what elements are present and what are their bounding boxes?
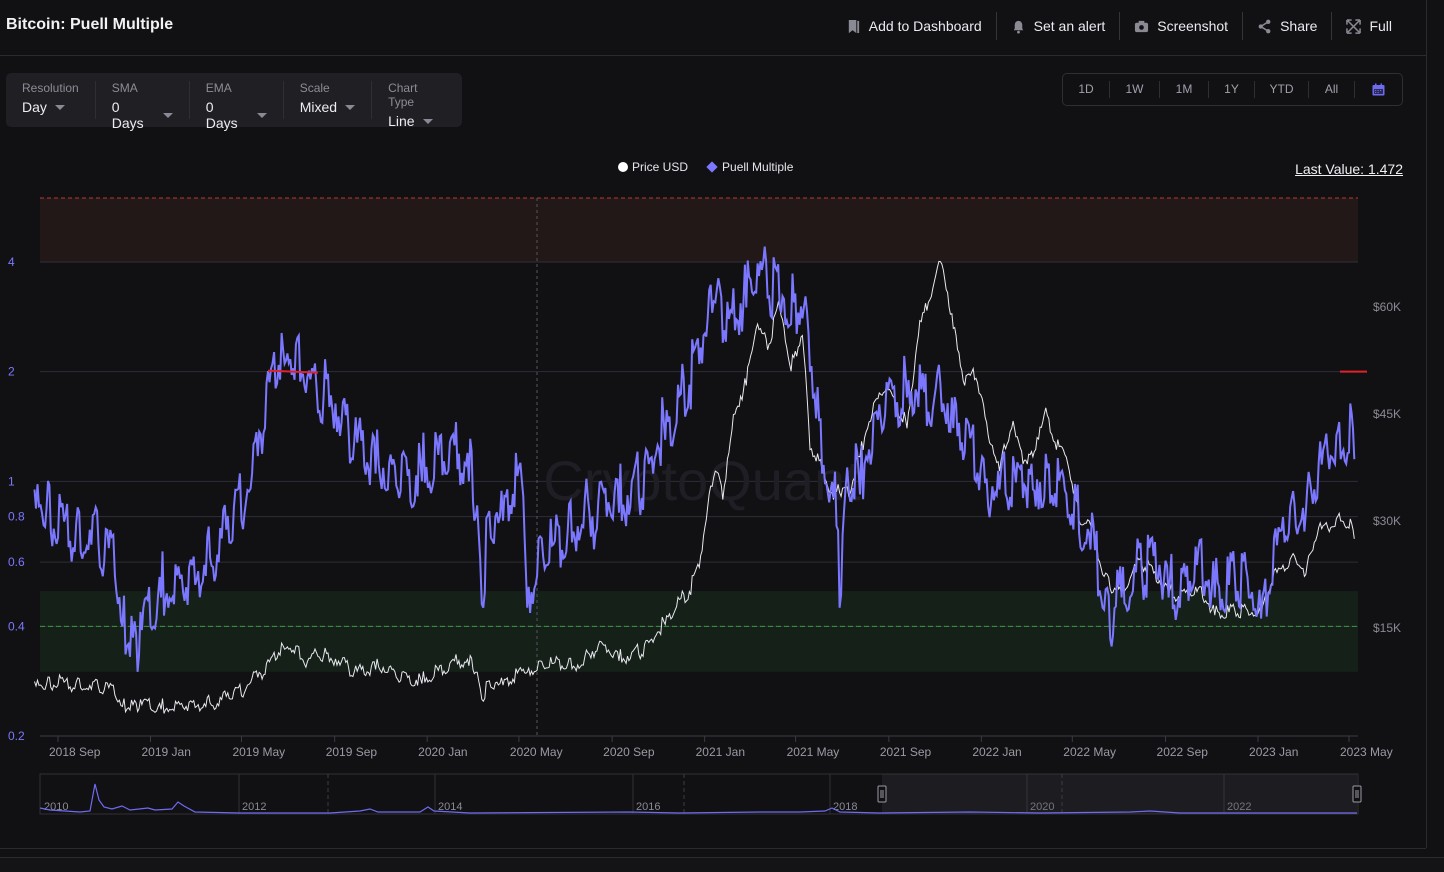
- y-right-tick-label: $15K: [1373, 621, 1401, 635]
- y-left-tick-label: 0.6: [8, 555, 25, 569]
- x-tick-label: 2023 May: [1340, 745, 1393, 759]
- y-left-tick-label: 0.4: [8, 619, 25, 633]
- x-tick-label: 2019 May: [232, 745, 285, 759]
- navigator-tick-label: 2016: [636, 801, 660, 813]
- y-left-tick-label: 0.8: [8, 510, 25, 524]
- y-right-tick-label: $30K: [1373, 514, 1401, 528]
- footer-panel: [0, 857, 1444, 872]
- x-tick-label: 2020 Jan: [418, 745, 467, 759]
- undervalued-band: [40, 591, 1358, 672]
- x-tick-label: 2020 Sep: [603, 745, 655, 759]
- x-tick-label: 2021 Sep: [880, 745, 932, 759]
- watermark: CryptoQuant: [543, 449, 861, 512]
- x-tick-label: 2018 Sep: [49, 745, 101, 759]
- x-tick-label: 2023 Jan: [1249, 745, 1298, 759]
- chart-canvas[interactable]: 0.2 0.4 0.6 0.8 1 2 4 $15K $30K $45K $60K 2018 Sep 2…: [0, 0, 1444, 872]
- x-tick-label: 2022 Sep: [1157, 745, 1209, 759]
- y-left-tick-label: 2: [8, 365, 15, 379]
- footer-divider: [0, 848, 1426, 849]
- x-tick-label: 2021 Jan: [696, 745, 745, 759]
- y-right-tick-label: $60K: [1373, 300, 1401, 314]
- x-tick-label: 2020 May: [510, 745, 563, 759]
- x-tick-label: 2022 Jan: [972, 745, 1021, 759]
- navigator-selection: [882, 774, 1357, 814]
- x-tick-label: 2019 Jan: [141, 745, 190, 759]
- y-left-tick-label: 4: [8, 255, 15, 269]
- x-tick-label: 2019 Sep: [326, 745, 378, 759]
- navigator-left-handle[interactable]: [877, 785, 887, 803]
- x-tick-label: 2022 May: [1063, 745, 1116, 759]
- y-left-tick-label: 0.2: [8, 729, 25, 743]
- overvalued-band: [40, 198, 1358, 262]
- y-right-tick-label: $45K: [1373, 407, 1401, 421]
- y-left-tick-label: 1: [8, 474, 15, 488]
- navigator-tick-label: 2018: [833, 801, 857, 813]
- navigator-tick-label: 2012: [242, 801, 266, 813]
- x-tick-label: 2021 May: [787, 745, 840, 759]
- navigator-right-handle[interactable]: [1352, 785, 1362, 803]
